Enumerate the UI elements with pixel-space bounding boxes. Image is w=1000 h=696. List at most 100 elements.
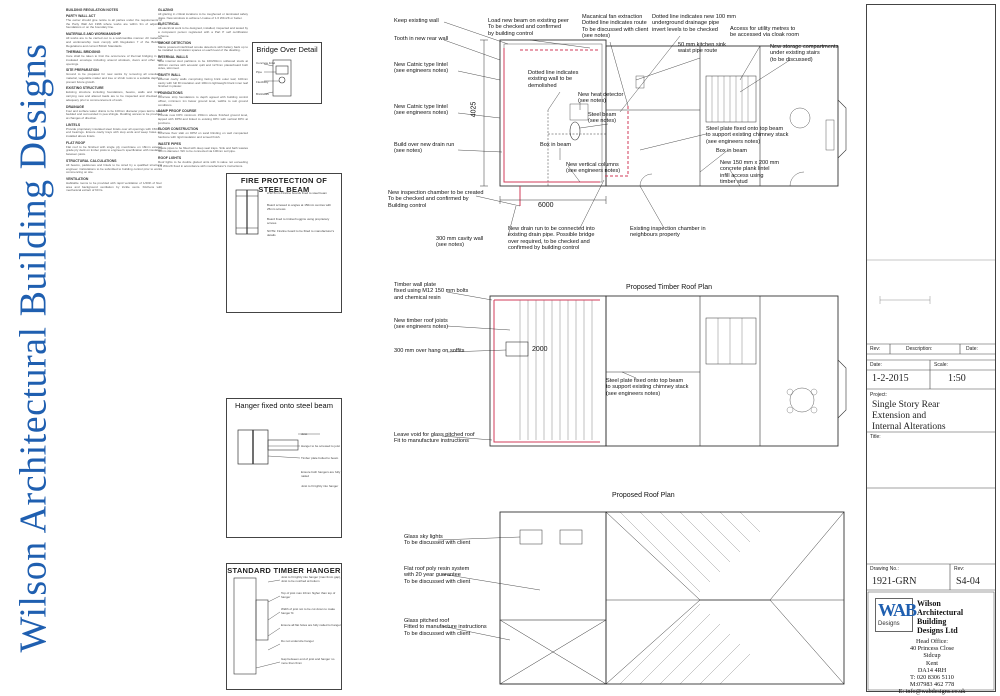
logo-text: WAB [878,600,917,620]
roof-plan-title: Proposed Roof Plan [612,492,675,499]
scale-label: Scale: [934,362,948,368]
annotation: New heat detector (see notes) [578,92,624,105]
annotation: New drain run to be connected into exist… [508,226,595,252]
timber-label: Top of joist max 10mm higher than top of… [281,591,336,599]
hanger-label: Hanger to be screwed to joist [301,444,340,448]
annotation: 50 mm kitchen sink waist pipe route [678,42,726,55]
annotation: Dotted line indicates new 100 mm undergr… [652,14,736,33]
note-text: Flat roof to be finished with single ply… [66,144,162,157]
timber-hanger-detail: STANDARD TIMBER HANGER Joist to fit tigh… [226,563,342,690]
annotation: New Catnic type lintel (see engineers no… [394,104,449,117]
annotation: Box in beam [540,142,572,148]
drawing-number-label: Drawing No.: [870,566,899,572]
brand-text: Wilson Architectural Building Designs [13,43,55,653]
timber-roof-dimension: 2000 [532,346,548,353]
vertical-brand: Wilson Architectural Building Designs [13,10,55,686]
fire-label: NOTE: Fireline board to be fitted to man… [267,229,335,237]
note-text: The owner should give notice to all part… [66,18,162,30]
note-text: Foul and surface water drains to be 100m… [66,108,162,120]
timber-label: Do not undersize hanger [281,639,314,643]
note-text: All glazing in critical locations to be … [158,12,248,20]
date-column-label: Date: [966,346,978,352]
note-text: Provide new DPC minimum 150mm above fini… [158,113,248,125]
note-text: Ground to be prepared for new works by r… [66,72,162,84]
annotation: Tooth in new rear wall [394,36,449,42]
annotation: Steel plate fixed onto top beam to suppo… [606,378,689,397]
drawing-date: 1-2-2015 [872,373,909,384]
annotation: Keep existing wall [394,18,439,24]
hanger-label: Joist [301,432,308,436]
bridge-detail-title: Bridge Over Detail [256,45,318,54]
annotation: Steel beam (see notes) [588,112,617,125]
fire-protection-detail: FIRE PROTECTION OF STEEL BEAM 2/12.5mm F… [226,173,342,313]
note-text: All beams, padstones and lintels to be s… [66,162,162,175]
annotation: New Catnic type lintel (see engineers no… [394,62,449,75]
hanger-label: Joist to fit tightly into hanger [301,484,339,488]
note-text: Roof lights to be double glazed units wi… [158,160,248,168]
note-text: Mains powered interlinked smoke detector… [158,44,248,53]
annotation: New storage compartments under existing … [770,44,839,63]
note-heading: SMOKE DETECTION [158,40,191,45]
annotation: Timber wall plate fixed using M12 150 mm… [394,282,469,301]
timber-label: Width of joist not to be cut down to mak… [281,607,336,615]
revision-number: S4-04 [956,576,980,587]
note-text: Waste pipes to be fitted with deep seal … [158,145,248,154]
regulation-notes-column-1: BUILDING REGULATION NOTES PARTY WALL ACT… [66,6,162,690]
annotation: Existing inspection chamber in neighbour… [630,226,706,239]
company-name: Wilson Architectural Building Designs Lt… [917,599,964,635]
annotation: Steel plate fixed onto top beam to suppo… [706,126,789,145]
annotation: 300 mm over hang on soffits [394,348,465,354]
annotation: New inspection chamber to be created To … [388,190,484,209]
rev-column-label: Rev: [870,346,881,352]
hanger-label: Ensure both hangers are fully nailed [301,470,341,478]
note-heading: DRAINAGE [66,104,85,109]
note-text: Concrete floor slab on DPM on sand blind… [158,131,248,140]
drawing-sheet: Wilson Architectural Building Designs BU… [0,0,1000,696]
drawing-number: 1921-GRN [872,576,917,587]
note-text: Provide proprietary insulated steel lint… [66,126,162,139]
timber-label: Joist to fit tightly into hanger (max 6m… [281,575,341,583]
timber-label: Gap between end of joist and hanger no m… [281,657,335,665]
annotation: Glass sky lights To be discussed with cl… [404,534,471,547]
project-name: Single Story Rear Extension and Internal… [872,400,946,432]
title-label: Title: [870,434,881,440]
note-text: Existing structure including foundations… [66,90,162,102]
project-label: Project: [870,392,887,398]
company-brand: WAB Designs Wilson Architectural Buildin… [875,598,989,635]
hanger-steel-beam-detail: Hanger fixed onto steel beam Joist Hange… [226,398,342,538]
annotation: New timber roof joists (see engineers no… [394,318,449,331]
note-text: Concrete strip foundations to depth agre… [158,95,248,107]
timber-detail-title: STANDARD TIMBER HANGER [227,566,341,575]
date-label: Date: [870,362,882,368]
revision-label: Rev: [954,566,965,572]
wab-logo: WAB Designs [875,598,917,632]
fire-label: 2/12.5mm Fireline boards fixed to steel … [267,191,328,195]
fire-label: Board fixed to timber/noggins using prop… [267,217,330,225]
description-column-label: Description: [906,346,933,352]
bridge-label: Concrete lintel [256,61,276,65]
timber-label: Ensure all flat holes are fully nailed t… [281,623,341,627]
note-text: External cavity walls comprising facing … [158,77,248,89]
note-text: Care shall be taken to limit the occurre… [66,54,162,66]
company-address: Head Office: 40 Princess Close Sidcup Ke… [898,638,966,696]
annotation: 300 mm cavity wall (see notes) [436,236,484,249]
hanger-label: Timber plate bolted to beam [301,456,339,460]
notes-heading: BUILDING REGULATION NOTES [66,8,119,12]
bridge-label: Flexibility [256,80,269,84]
note-text: All works are to be carried out to a wor… [66,36,162,48]
annotation: New 150 mm x 200 mm concrete plank linte… [720,160,780,186]
annotation: Build over new drain run (see notes) [394,142,455,155]
annotation: New vertical columns (see engineers note… [566,162,621,175]
bridge-over-detail: Bridge Over Detail Concrete lintel Pipe … [252,42,322,104]
width-dimension: 6000 [538,202,554,209]
note-text: New internal stud partitions to be 100x5… [158,58,248,71]
annotation: Glass pitched roof Fitted to manufacture… [404,618,487,637]
annotation: Dotted line indicates existing wall to b… [528,70,579,89]
hanger-detail-title: Hanger fixed onto steel beam [235,401,333,410]
note-text: All electrical work to be designed, inst… [158,26,248,38]
logo-subtext: Designs [878,621,900,627]
annotation: Flat roof poly resin system with 20 year… [404,566,471,585]
note-text: Habitable rooms to be provided with rapi… [66,180,162,193]
bridge-label: Pipe [256,70,263,74]
timber-roof-plan-title: Proposed Timber Roof Plan [626,284,712,291]
